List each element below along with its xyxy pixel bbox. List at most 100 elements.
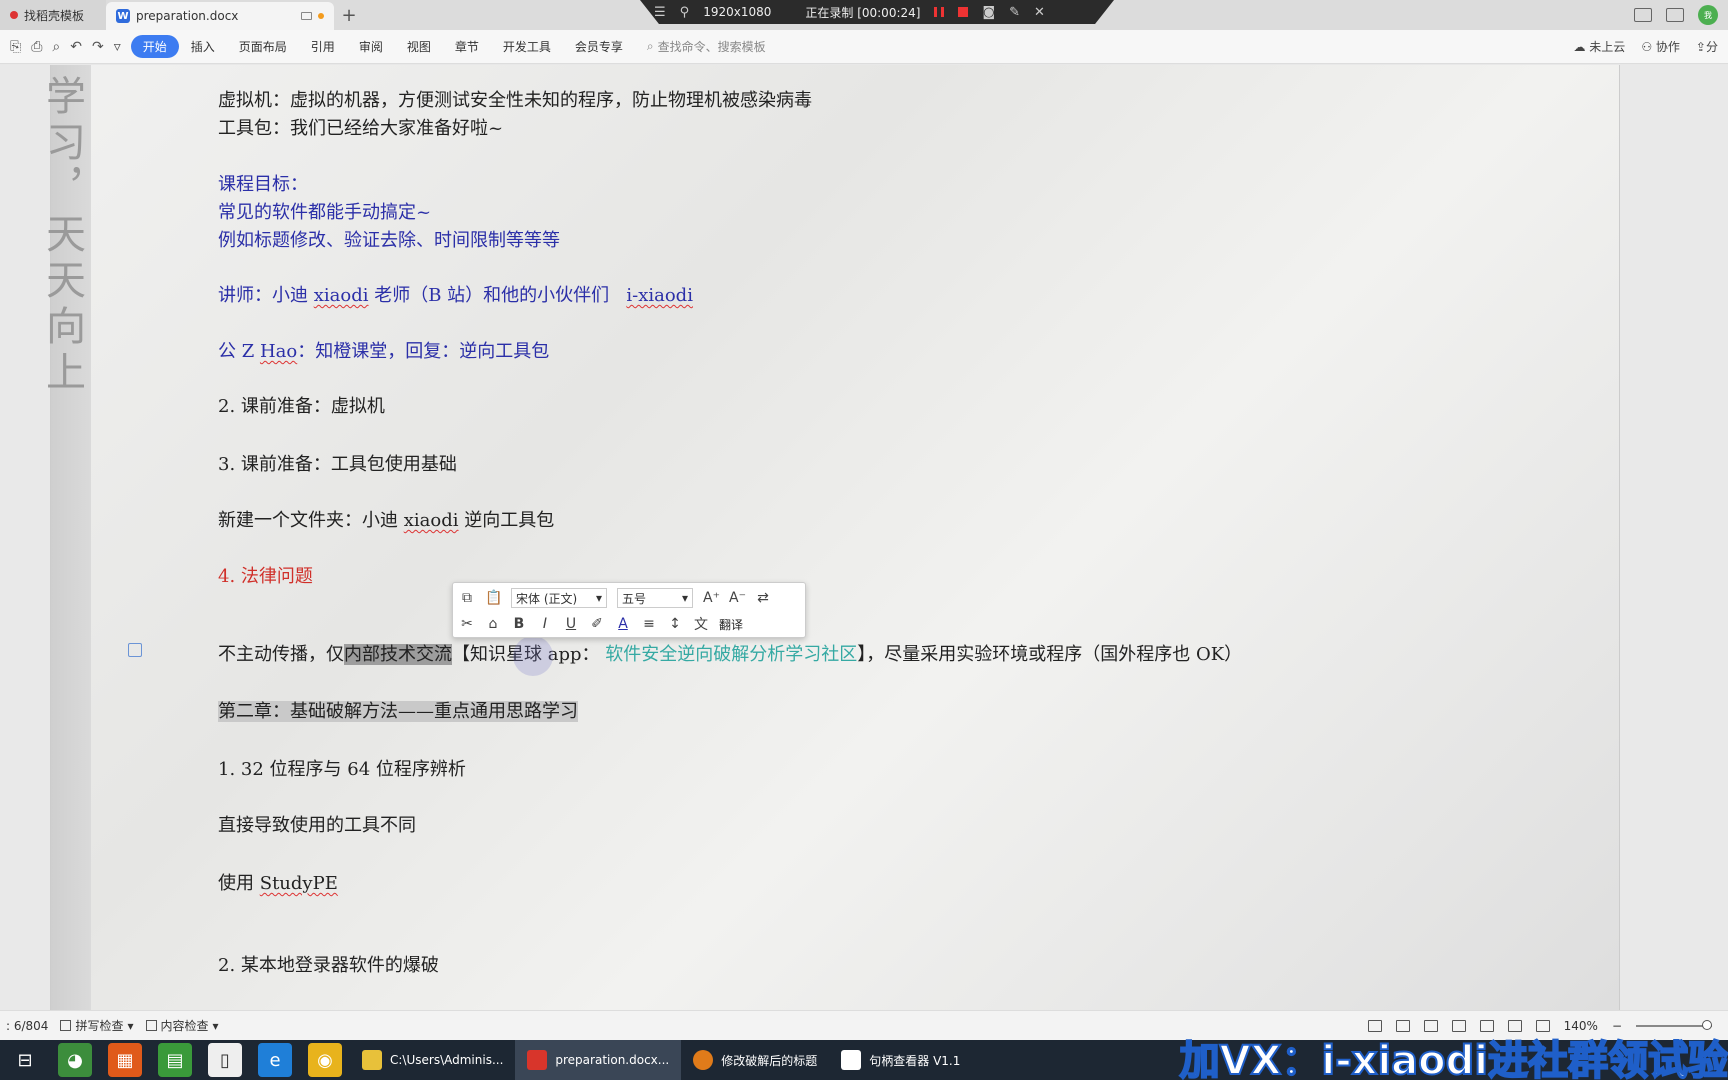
wps-icon (527, 1050, 548, 1070)
print-icon[interactable]: ⎙ (31, 39, 42, 55)
line-spacing-icon[interactable]: ↕ (667, 616, 683, 632)
menu-home[interactable]: 开始 (130, 35, 179, 58)
format-painter-icon[interactable]: ⌂ (485, 616, 501, 632)
zoom-slider[interactable] (1636, 1019, 1712, 1030)
underline-icon[interactable]: U (563, 616, 579, 632)
menu-section[interactable]: 章节 (443, 35, 491, 58)
align-icon[interactable]: ≡ (641, 616, 657, 632)
doc-line[interactable]: 讲师：小迪 xiaodi 老师（B 站）和他的小伙伴们 i-xiaodi (218, 281, 693, 307)
paragraph-handle-icon[interactable] (128, 643, 142, 657)
doc-line[interactable]: 2. 课前准备：虚拟机 (218, 392, 385, 418)
bold-icon[interactable]: B (511, 616, 527, 632)
paste-icon[interactable]: 📋 (485, 590, 502, 606)
chevron-down-icon: ▾ (595, 591, 602, 605)
page-indicator[interactable]: : 6/804 (0, 1019, 54, 1033)
content-check-button[interactable]: 内容检查 ▾ (140, 1017, 225, 1034)
taskbar-app-handle-viewer[interactable]: 句柄查看器 V1.1 (829, 1040, 972, 1080)
cloud-icon: ☁ (1573, 40, 1586, 54)
new-tab-button[interactable]: + (334, 0, 364, 30)
share-button[interactable]: ⇪分 (1696, 38, 1718, 55)
calligraphy-decoration: 学习，天天向上 (39, 65, 91, 1010)
collab-button[interactable]: ⚇ 协作 (1641, 38, 1680, 55)
shrink-font-icon[interactable]: A⁻ (729, 590, 746, 606)
doc-line[interactable]: 4. 法律问题 (218, 562, 313, 588)
doc-line[interactable]: 工具包：我们已经给大家准备好啦~ (218, 114, 503, 140)
highlight-icon[interactable]: ✐ (589, 616, 605, 632)
taskbar-app-wps[interactable]: preparation.docx... (515, 1040, 682, 1080)
menu-references[interactable]: 引用 (299, 35, 347, 58)
menu-icon[interactable]: ☰ (654, 5, 666, 20)
font-family-select[interactable]: 宋体 (正文) ▾ (511, 588, 607, 608)
grow-font-icon[interactable]: A⁺ (703, 590, 720, 606)
new-icon[interactable]: ⎘ (10, 39, 21, 55)
document-icon[interactable]: ▯ (208, 1043, 242, 1077)
command-search[interactable]: ⌕ 查找命令、搜索模板 (647, 38, 766, 55)
undo-icon[interactable]: ↶ (70, 39, 82, 55)
quick-access-toolbar: ⎘ ⎙ ⌕ ↶ ↷ ▿ (0, 39, 131, 55)
menu-page-layout[interactable]: 页面布局 (227, 35, 299, 58)
doc-line[interactable]: 不主动传播，仅内部技术交流【知识星球 app： 软件安全逆向破解分析学习社区】，… (218, 640, 1242, 666)
font-size-select[interactable]: 五号 ▾ (617, 588, 693, 608)
tab-preparation[interactable]: W preparation.docx (106, 2, 334, 30)
menu-insert[interactable]: 插入 (179, 35, 227, 58)
store-icon[interactable]: ▦ (108, 1043, 142, 1077)
doc-line[interactable]: 1. 32 位程序与 64 位程序辨析 (218, 755, 466, 781)
search-icon: ⌕ (646, 39, 654, 53)
doc-line[interactable]: 虚拟机：虚拟的机器，方便测试安全性未知的程序，防止物理机被感染病毒 (218, 86, 812, 112)
close-icon[interactable]: ✕ (1034, 5, 1045, 20)
italic-icon[interactable]: I (537, 616, 553, 632)
copy-icon[interactable]: ⧉ (459, 590, 475, 606)
doc-line[interactable]: 新建一个文件夹：小迪 xiaodi 逆向工具包 (218, 506, 554, 532)
camera-icon[interactable]: ◙ (982, 5, 995, 20)
layout-icon[interactable] (1634, 8, 1652, 22)
pen-icon[interactable]: ✎ (1009, 5, 1020, 20)
stop-recording-button[interactable] (958, 7, 969, 17)
doc-line[interactable]: 3. 课前准备：工具包使用基础 (218, 450, 457, 476)
translate-button[interactable]: 翻译 (719, 616, 743, 633)
text-run: 软件安全逆向破解分析学习社区 (605, 644, 858, 665)
mouse-cursor-highlight (513, 636, 553, 676)
font-color-icon[interactable]: A (615, 616, 631, 632)
pin-icon[interactable]: ⚲ (680, 5, 690, 20)
spell-check-button[interactable]: 拼写检查 ▾ (54, 1017, 139, 1034)
phonetic-icon[interactable]: 文 (693, 614, 709, 634)
ribbon-right: ☁ 未上云 ⚇ 协作 ⇪分 (1573, 38, 1718, 55)
grid-icon[interactable] (1666, 8, 1684, 22)
text-run: 公 Z (218, 341, 260, 362)
magnifier-icon (841, 1050, 862, 1070)
document-area[interactable]: 学习，天天向上 虚拟机：虚拟的机器，方便测试安全性未知的程序，防止物理机被感染病… (0, 65, 1728, 1010)
edge-icon[interactable]: e (258, 1043, 292, 1077)
preview-icon[interactable]: ⌕ (52, 39, 60, 55)
doc-line[interactable]: 2. 某本地登录器软件的爆破 (218, 951, 439, 977)
customize-icon[interactable]: ▿ (114, 39, 121, 55)
convert-case-icon[interactable]: ⇄ (755, 590, 771, 606)
taskbar-app-explorer[interactable]: C:\Users\Adminis... (350, 1040, 515, 1080)
task-view-icon[interactable]: ⊟ (8, 1043, 42, 1077)
taskbar-app-label: 句柄查看器 V1.1 (869, 1053, 961, 1068)
doc-line[interactable]: 第二章：基础破解方法——重点通用思路学习 (218, 697, 578, 723)
font-family-value: 宋体 (正文) (516, 591, 578, 606)
qq-icon[interactable]: ◕ (58, 1043, 92, 1077)
text-run: 使用 (218, 873, 260, 894)
menu-member[interactable]: 会员专享 (563, 35, 635, 58)
tab-template[interactable]: 找稻壳模板 (0, 0, 106, 30)
avatar[interactable]: 我 (1698, 5, 1718, 25)
menu-review[interactable]: 审阅 (347, 35, 395, 58)
pause-recording-button[interactable] (934, 7, 945, 17)
notepad-icon[interactable]: ▤ (158, 1043, 192, 1077)
doc-line[interactable]: 常见的软件都能手动搞定~ (218, 198, 431, 224)
chrome-icon[interactable]: ◉ (308, 1043, 342, 1077)
cloud-button[interactable]: ☁ 未上云 (1573, 38, 1625, 55)
monitor-icon[interactable] (301, 12, 312, 20)
cut-icon[interactable]: ✂ (459, 616, 475, 632)
doc-line[interactable]: 公 Z Hao：知橙课堂，回复：逆向工具包 (218, 337, 549, 363)
text-run: StudyPE (259, 873, 338, 894)
doc-line[interactable]: 例如标题修改、验证去除、时间限制等等等 (218, 226, 560, 252)
redo-icon[interactable]: ↷ (92, 39, 104, 55)
menu-view[interactable]: 视图 (395, 35, 443, 58)
doc-line[interactable]: 课程目标： (218, 170, 308, 196)
doc-line[interactable]: 直接导致使用的工具不同 (218, 811, 416, 837)
doc-line[interactable]: 使用 StudyPE (218, 869, 338, 895)
menu-developer[interactable]: 开发工具 (491, 35, 563, 58)
taskbar-app-title-mod[interactable]: 修改破解后的标题 (681, 1040, 829, 1080)
